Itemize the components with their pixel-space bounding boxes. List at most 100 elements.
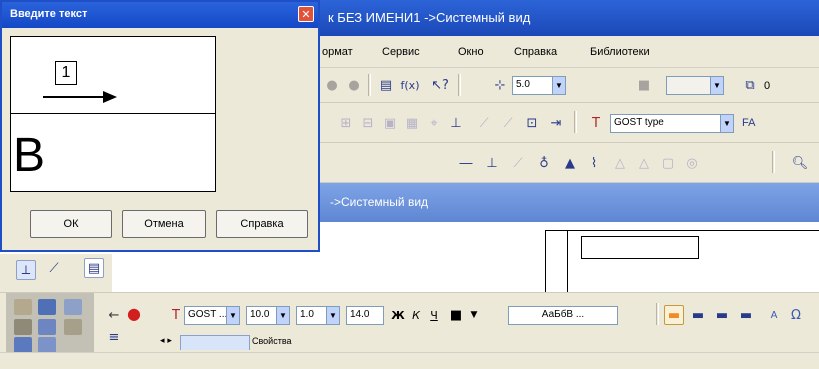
color-swatch-icon[interactable]: ■ <box>446 305 466 325</box>
help-button[interactable]: Справка <box>216 210 308 238</box>
document-title: ->Системный вид <box>330 195 429 209</box>
menu-service[interactable]: Сервис <box>382 46 420 58</box>
font-name-value: GOST ... <box>188 309 228 320</box>
italic-button[interactable]: К <box>406 305 426 325</box>
panel-icon[interactable] <box>14 299 32 315</box>
special-symbol-icon[interactable]: Ω <box>786 305 806 325</box>
status-bar <box>0 352 819 369</box>
step-icon[interactable]: ⊹ <box>490 75 510 95</box>
stop-icon[interactable]: ● <box>124 303 144 323</box>
text-size-icon[interactable]: A <box>764 305 784 325</box>
font-combo-value: GOST type <box>614 117 664 128</box>
search-icon[interactable]: 🔍︎ <box>790 153 810 173</box>
panel-icons <box>6 293 94 353</box>
vertical-line-icon[interactable]: ⊥ <box>482 153 502 173</box>
line-step-value: 14.0 <box>350 309 370 320</box>
manager-icon[interactable]: ▤ <box>376 75 396 95</box>
compact-panel: ⟂ ⟋ ▤ <box>0 254 112 292</box>
toolbar-separator <box>458 74 461 96</box>
chevron-down-icon: ▼ <box>720 115 733 132</box>
horizontal-line-icon[interactable]: ― <box>456 153 476 173</box>
options-icon[interactable]: ≡ <box>104 327 124 347</box>
tab-scroll-arrows[interactable]: ◂ ▸ <box>160 336 172 346</box>
notation-tab-icon[interactable]: ▤ <box>84 258 104 278</box>
font-size-value: 10.0 <box>250 309 270 320</box>
align-justify-icon[interactable]: ▬ <box>736 305 756 325</box>
dialog-titlebar[interactable]: Введите текст ✕ <box>2 2 318 28</box>
font-size-combo[interactable]: 10.0 ▼ <box>246 306 290 325</box>
toolbar-separator <box>772 151 775 173</box>
letter-preview[interactable]: В <box>10 114 216 192</box>
chevron-down-icon[interactable]: ▼ <box>464 305 484 325</box>
tangent2-icon[interactable]: ⟋ <box>498 113 518 133</box>
sheet-title-block-line <box>698 236 699 258</box>
frame-icon[interactable]: ▣ <box>380 113 400 133</box>
ok-button[interactable]: ОК <box>30 210 112 238</box>
width-ratio-combo[interactable]: 1.0 ▼ <box>296 306 340 325</box>
layer-state-combo[interactable]: ▼ <box>666 76 724 95</box>
panel-icon[interactable] <box>14 337 32 353</box>
align-left-icon[interactable]: ▬ <box>664 305 684 325</box>
menu-help[interactable]: Справка <box>514 46 557 58</box>
panel-icon[interactable] <box>64 319 82 335</box>
redo-icon[interactable]: ● <box>344 75 364 95</box>
layers-icon[interactable]: ⧉ <box>740 75 760 95</box>
grid-icon[interactable]: ⊥ <box>446 113 466 133</box>
fragment-icon[interactable]: ⊡ <box>522 113 542 133</box>
tangent-icon[interactable]: ⟋ <box>474 113 494 133</box>
app-title: к БЕЗ ИМЕНИ1 ->Системный вид <box>328 10 531 25</box>
fill2-icon[interactable]: △ <box>634 153 654 173</box>
menu-libraries[interactable]: Библиотеки <box>590 46 650 58</box>
panel-icon[interactable] <box>64 299 82 315</box>
dimension-tab-icon[interactable]: ⟋ <box>44 258 64 278</box>
align-right-icon[interactable]: ▬ <box>712 305 732 325</box>
text-style-icon[interactable]: T <box>586 113 606 133</box>
number-preview: 1 <box>10 36 216 114</box>
font-name-combo[interactable]: GOST ... ▼ <box>184 306 240 325</box>
tab-active[interactable] <box>180 335 250 350</box>
slash-icon[interactable]: ⟋ <box>508 153 528 173</box>
menu-window[interactable]: Окно <box>458 46 484 58</box>
property-bar: ← ● ≡ T GOST ... ▼ 10.0 ▼ 1.0 ▼ 14.0 Ж К… <box>0 292 819 353</box>
select-icon[interactable]: ⌖ <box>424 113 444 133</box>
sheet-title-block-line <box>581 236 582 258</box>
circle-icon[interactable]: ◎ <box>682 153 702 173</box>
close-icon[interactable]: ✕ <box>298 6 314 22</box>
font-combo-tail: FA <box>742 117 756 129</box>
step-combo[interactable]: 5.0 ▼ <box>512 76 566 95</box>
zoom-icon[interactable]: ⊟ <box>358 113 378 133</box>
variables-icon[interactable]: f(x) <box>400 75 420 95</box>
panel-icon[interactable] <box>14 319 32 335</box>
rect-icon[interactable]: ▢ <box>658 153 678 173</box>
chevron-down-icon: ▼ <box>276 307 289 324</box>
chevron-down-icon: ▼ <box>226 307 239 324</box>
back-arrow-icon[interactable]: ← <box>104 305 124 325</box>
line-step-combo[interactable]: 14.0 <box>346 306 384 325</box>
menu-format[interactable]: ормат <box>322 46 353 58</box>
undo-icon[interactable]: ● <box>322 75 342 95</box>
align-center-icon[interactable]: ▬ <box>688 305 708 325</box>
hatch-icon[interactable]: ⌇ <box>584 153 604 173</box>
sheet-border-line <box>567 230 568 292</box>
help-pointer-icon[interactable]: ↖? <box>430 75 450 95</box>
text-font-icon[interactable]: T <box>166 305 186 325</box>
preview-letter: В <box>13 129 46 182</box>
bold-button[interactable]: Ж <box>388 305 408 325</box>
marker-icon[interactable]: ▲ <box>560 153 580 173</box>
table-icon[interactable]: ▦ <box>402 113 422 133</box>
panel-icon[interactable] <box>38 337 56 353</box>
font-combo[interactable]: GOST type ▼ <box>610 114 734 133</box>
layer-color-icon[interactable]: ■ <box>634 75 654 95</box>
panel-icon[interactable] <box>38 319 56 335</box>
cancel-button[interactable]: Отмена <box>122 210 206 238</box>
underline-button[interactable]: Ч <box>424 305 444 325</box>
insert-icon[interactable]: ⇥ <box>546 113 566 133</box>
geometry-tab-icon[interactable]: ⟂ <box>16 260 36 280</box>
panel-icon[interactable] <box>38 299 56 315</box>
point-icon[interactable]: ♁ <box>534 153 554 173</box>
text-sample-combo[interactable]: АаБбВ ... <box>508 306 618 325</box>
fill-icon[interactable]: △ <box>610 153 630 173</box>
tab-properties[interactable]: Свойства <box>252 336 292 346</box>
dialog-title: Введите текст <box>10 8 88 20</box>
zoom-window-icon[interactable]: ⊞ <box>336 113 356 133</box>
